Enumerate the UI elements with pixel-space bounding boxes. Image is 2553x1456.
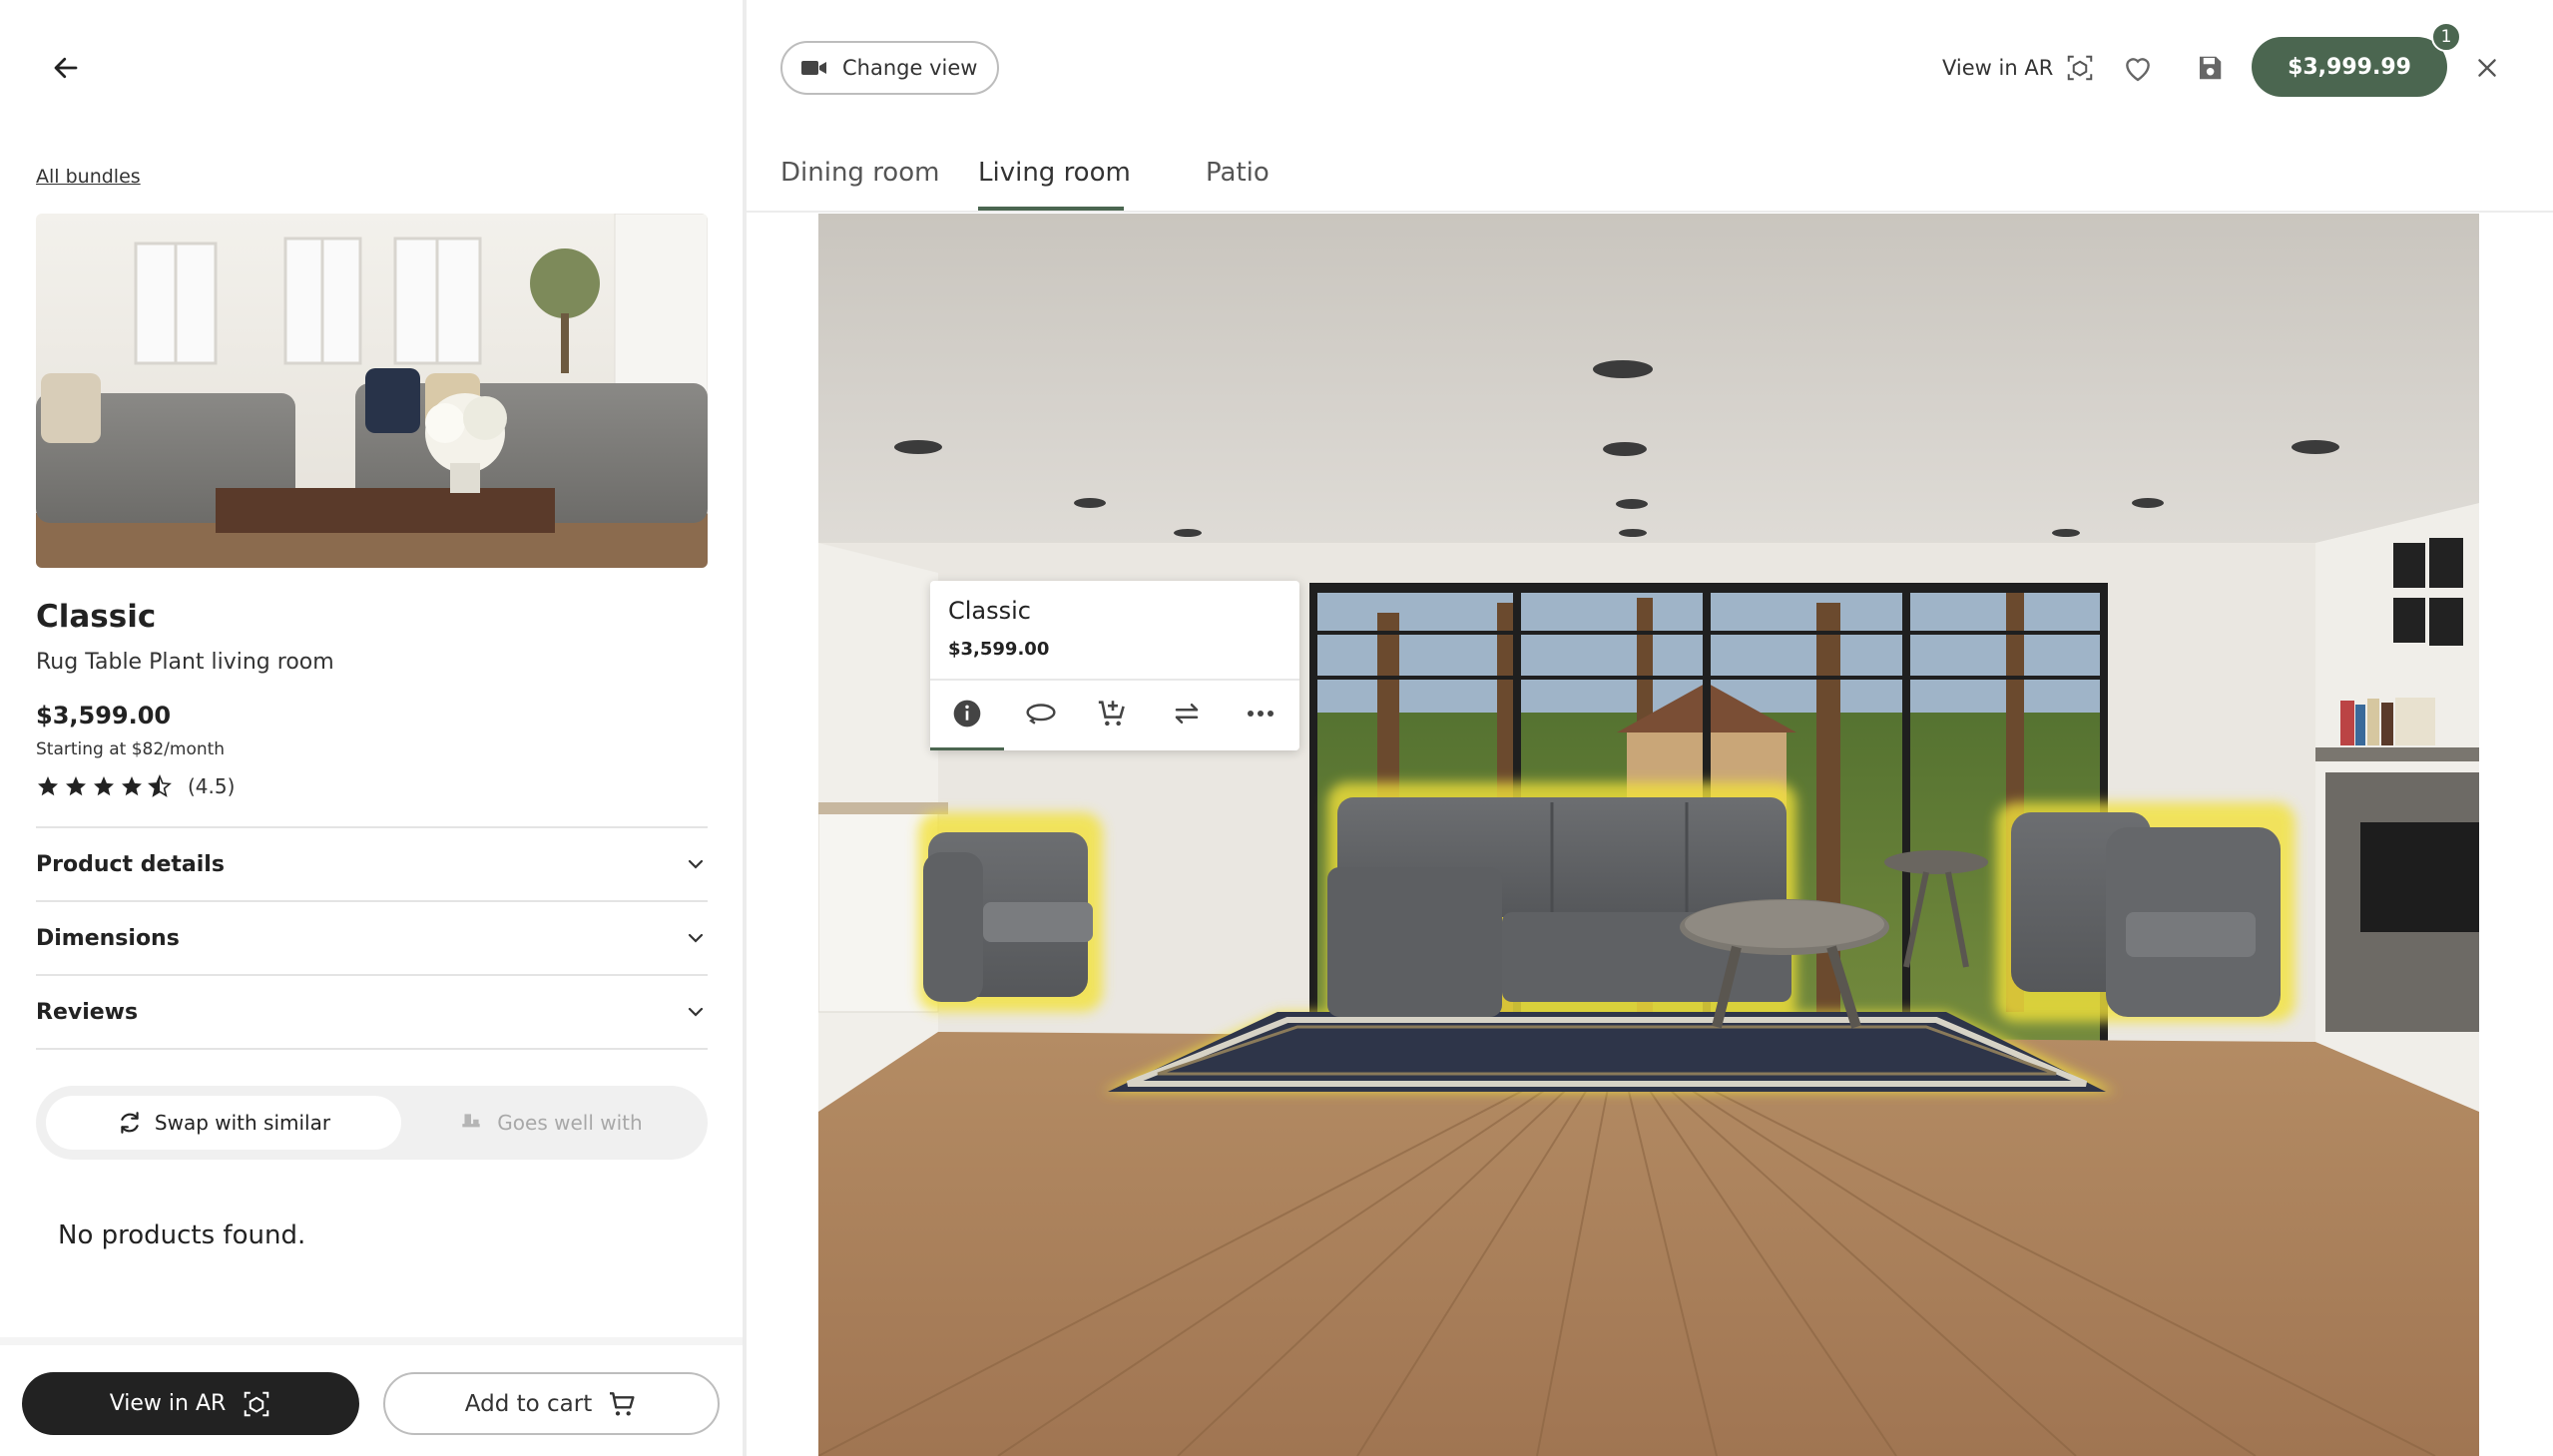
star-icon	[38, 776, 58, 796]
star-icon	[122, 776, 142, 796]
ar-cube-icon	[245, 1391, 269, 1416]
change-view-label: Change view	[842, 56, 978, 80]
refresh-icon	[121, 1112, 139, 1134]
selected-product-popup: Classic $3,599.00	[930, 581, 1299, 750]
ar-cube-icon	[2068, 55, 2093, 81]
bundle-image	[36, 214, 708, 568]
add-to-cart-icon	[1098, 701, 1125, 727]
financing-text: Starting at $82/month	[36, 739, 226, 759]
tab-dining-room[interactable]: Dining room	[780, 158, 939, 188]
chevron-down-icon	[688, 933, 704, 943]
save-button[interactable]	[2190, 48, 2230, 88]
active-action-indicator	[930, 747, 1004, 750]
star-half-icon	[148, 774, 172, 797]
save-icon	[2200, 56, 2222, 80]
accordion-label: Dimensions	[36, 925, 180, 951]
product-price: $3,599.00	[36, 702, 172, 729]
cart-count-badge: 1	[2431, 22, 2461, 52]
info-icon	[953, 700, 981, 728]
video-camera-icon	[801, 61, 826, 75]
all-bundles-link[interactable]: All bundles	[36, 166, 141, 188]
add-item-to-cart-button[interactable]	[1090, 691, 1136, 736]
more-options-button[interactable]	[1238, 691, 1283, 736]
star-icon	[66, 776, 86, 796]
product-title: Classic	[36, 599, 157, 635]
view-in-ar-link[interactable]: View in AR	[1942, 48, 2095, 88]
cart-total-button[interactable]: $3,999.99	[2252, 37, 2447, 97]
close-button[interactable]	[2467, 48, 2507, 88]
swap-icon	[1175, 704, 1199, 724]
panel-divider	[743, 0, 747, 1456]
back-button[interactable]	[44, 46, 88, 90]
more-icon	[1248, 711, 1274, 717]
empty-state-text: No products found.	[58, 1220, 306, 1250]
recommendation-toggle: Swap with similar Goes well with	[36, 1086, 708, 1160]
accordion-dimensions[interactable]: Dimensions	[36, 900, 708, 974]
product-panel: All bundles Classic Rug Table Plant livi…	[0, 0, 743, 1456]
goes-well-with-tab[interactable]: Goes well with	[405, 1096, 695, 1150]
product-subtitle: Rug Table Plant living room	[36, 650, 334, 675]
rotate-button[interactable]	[1018, 691, 1064, 736]
tab-living-room[interactable]: Living room	[978, 158, 1131, 188]
rotate-icon	[1026, 704, 1056, 725]
swap-with-similar-tab[interactable]: Swap with similar	[46, 1096, 401, 1150]
close-icon	[2478, 59, 2496, 77]
cart-icon	[610, 1391, 635, 1415]
tab-patio[interactable]: Patio	[1206, 158, 1270, 188]
arrow-left-icon	[54, 57, 78, 79]
button-label: View in AR	[109, 1391, 227, 1416]
accordion-product-details[interactable]: Product details	[36, 826, 708, 900]
chevron-down-icon	[688, 859, 704, 869]
accordion-reviews[interactable]: Reviews	[36, 974, 708, 1048]
view-in-ar-label: View in AR	[1942, 56, 2054, 80]
rating-value: (4.5)	[188, 774, 236, 798]
add-to-cart-button[interactable]: Add to cart	[383, 1372, 720, 1435]
star-rating[interactable]: (4.5)	[36, 774, 235, 798]
divider	[747, 211, 2553, 213]
star-icon	[94, 776, 114, 796]
chair-icon	[462, 1114, 480, 1133]
divider	[930, 679, 1299, 681]
accordion-label: Product details	[36, 851, 225, 877]
change-view-button[interactable]: Change view	[780, 41, 999, 95]
favorite-button[interactable]	[2118, 48, 2158, 88]
popup-price: $3,599.00	[948, 639, 1050, 660]
chevron-down-icon	[688, 1007, 704, 1017]
room-3d-viewer[interactable]	[818, 214, 2479, 1456]
toggle-label: Swap with similar	[154, 1111, 331, 1135]
popup-title: Classic	[948, 597, 1032, 625]
heart-icon	[2126, 58, 2150, 82]
info-button[interactable]	[944, 691, 990, 736]
toggle-label: Goes well with	[497, 1111, 643, 1135]
button-label: Add to cart	[464, 1390, 593, 1417]
swap-button[interactable]	[1164, 691, 1210, 736]
view-in-ar-button[interactable]: View in AR	[22, 1372, 359, 1435]
divider	[36, 1048, 708, 1050]
accordion-label: Reviews	[36, 999, 139, 1025]
